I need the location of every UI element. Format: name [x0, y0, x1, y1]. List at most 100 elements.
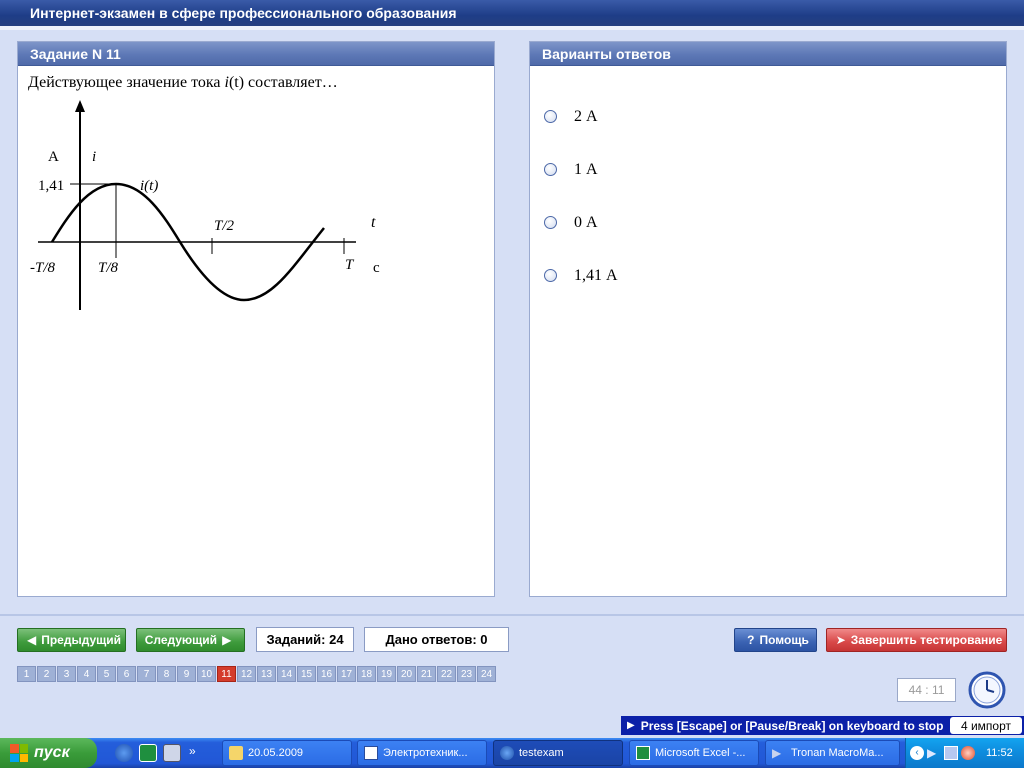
bmp-icon[interactable]: [163, 744, 181, 762]
page-8[interactable]: 8: [157, 666, 176, 682]
task-word[interactable]: Электротехник...: [357, 740, 487, 766]
start-button[interactable]: пуск: [0, 738, 97, 768]
page-6[interactable]: 6: [117, 666, 136, 682]
excel-icon[interactable]: [139, 744, 157, 762]
task-label: Электротехник...: [383, 747, 468, 759]
tick-neg-t8-label: -T/8: [30, 260, 56, 276]
task-macro[interactable]: ▶ Tronan MacroMa...: [765, 740, 900, 766]
current-graph: А i 1,41 i(t) T/2 t -T/8 T/8 T с: [30, 100, 380, 310]
help-button[interactable]: ? Помощь: [734, 628, 817, 652]
start-label: пуск: [34, 744, 70, 761]
runner-icon: ➤: [835, 633, 846, 647]
page-3[interactable]: 3: [57, 666, 76, 682]
page-19[interactable]: 19: [377, 666, 396, 682]
hint-tag[interactable]: 4 импорт: [950, 717, 1022, 734]
folder-icon: [229, 746, 243, 760]
tick-t2-label: T/2: [214, 218, 235, 234]
peak-label: 1,41: [38, 178, 64, 194]
answer-label: 1,41 А: [574, 266, 618, 284]
next-button[interactable]: Следующий ▶: [136, 628, 245, 652]
page-17[interactable]: 17: [337, 666, 356, 682]
page-22[interactable]: 22: [437, 666, 456, 682]
excel-icon: [636, 746, 650, 760]
antivirus-icon[interactable]: [961, 746, 975, 760]
taskbar: пуск » 20.05.2009 Электротехник... teste…: [0, 738, 1024, 768]
radio-icon[interactable]: [544, 110, 557, 123]
page-21[interactable]: 21: [417, 666, 436, 682]
word-icon: [364, 746, 378, 760]
page-4[interactable]: 4: [77, 666, 96, 682]
task-excel[interactable]: Microsoft Excel -...: [629, 740, 759, 766]
page-18[interactable]: 18: [357, 666, 376, 682]
page-24[interactable]: 24: [477, 666, 496, 682]
page-16[interactable]: 16: [317, 666, 336, 682]
network-icon[interactable]: [944, 746, 958, 760]
answer-label: 2 А: [574, 107, 598, 125]
windows-flag-icon: [10, 744, 28, 762]
page-15[interactable]: 15: [297, 666, 316, 682]
globe-icon: [500, 746, 514, 760]
answer-list: 2 А 1 А 0 А 1,41 А: [544, 90, 618, 302]
task-label: Microsoft Excel -...: [655, 747, 746, 759]
arrow-left-icon: ◀: [26, 633, 37, 647]
page-14[interactable]: 14: [277, 666, 296, 682]
escape-hint-text: Press [Escape] or [Pause/Break] on keybo…: [640, 718, 944, 733]
answers-panel-header: Варианты ответов: [530, 42, 1006, 66]
task-testexam[interactable]: testexam: [493, 740, 623, 766]
browser-icon[interactable]: [115, 744, 133, 762]
answer-option-4[interactable]: 1,41 А: [544, 249, 618, 302]
help-icon: ?: [747, 633, 755, 647]
answer-option-2[interactable]: 1 А: [544, 143, 618, 196]
page-2[interactable]: 2: [37, 666, 56, 682]
question-suffix: составляет…: [244, 74, 338, 91]
clock-icon: [968, 671, 1006, 709]
tick-t-label: T: [345, 257, 355, 273]
question-text: Действующее значение тока i(t) составляе…: [28, 74, 338, 92]
finish-button[interactable]: ➤ Завершить тестирование: [826, 628, 1007, 652]
page-23[interactable]: 23: [457, 666, 476, 682]
page-20[interactable]: 20: [397, 666, 416, 682]
next-label: Следующий: [144, 633, 218, 647]
arrow-right-icon: ▶: [222, 633, 232, 647]
quick-launch: »: [115, 744, 196, 762]
timer-display: 44 : 11: [897, 678, 956, 702]
finish-label: Завершить тестирование: [850, 633, 1003, 647]
play-icon: ▶: [627, 720, 635, 731]
play-icon: ▶: [772, 746, 782, 760]
page-13[interactable]: 13: [257, 666, 276, 682]
answer-option-1[interactable]: 2 А: [544, 90, 618, 143]
answer-option-3[interactable]: 0 А: [544, 196, 618, 249]
question-prefix: Действующее значение тока: [28, 74, 225, 91]
page-9[interactable]: 9: [177, 666, 196, 682]
radio-icon[interactable]: [544, 216, 557, 229]
tick-t8-label: T/8: [98, 260, 119, 276]
answers-panel: Варианты ответов 2 А 1 А 0 А 1,41 А: [529, 41, 1007, 597]
page-10[interactable]: 10: [197, 666, 216, 682]
page-1[interactable]: 1: [17, 666, 36, 682]
chevron-left-icon[interactable]: ‹: [910, 746, 924, 760]
page-12[interactable]: 12: [237, 666, 256, 682]
task-label: testexam: [519, 747, 564, 759]
chevron-right-icon[interactable]: »: [189, 744, 196, 762]
answer-label: 0 А: [574, 213, 598, 231]
question-arg: (t): [228, 74, 245, 91]
prev-button[interactable]: ◀ Предыдущий: [17, 628, 126, 652]
task-panel: Задание N 11 Действующее значение тока i…: [17, 41, 495, 597]
radio-icon[interactable]: [544, 269, 557, 282]
curve-label: i(t): [140, 178, 158, 194]
play-icon[interactable]: ▶: [927, 746, 941, 760]
help-label: Помощь: [759, 633, 809, 647]
axis-y-label: i: [92, 149, 96, 165]
page-11-current[interactable]: 11: [217, 666, 236, 682]
page-7[interactable]: 7: [137, 666, 156, 682]
unit-y-label: А: [48, 149, 59, 165]
system-clock: 11:52: [986, 747, 1013, 759]
footer-divider: [0, 614, 1024, 616]
title-divider: [0, 26, 1024, 30]
answer-label: 1 А: [574, 160, 598, 178]
task-folder[interactable]: 20.05.2009: [222, 740, 352, 766]
radio-icon[interactable]: [544, 163, 557, 176]
prev-label: Предыдущий: [41, 633, 122, 647]
task-label: 20.05.2009: [248, 747, 304, 759]
page-5[interactable]: 5: [97, 666, 116, 682]
